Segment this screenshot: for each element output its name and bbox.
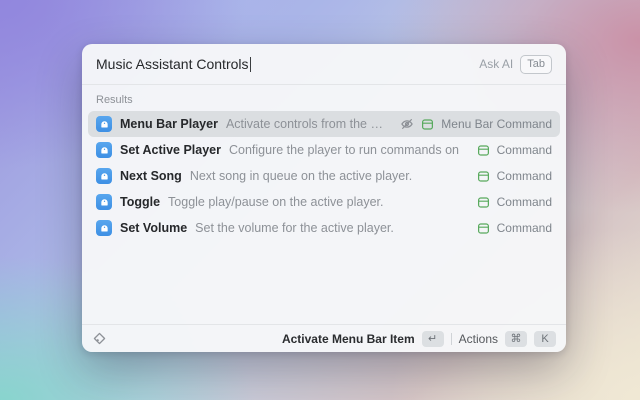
item-subtitle: Toggle play/pause on the active player. [168, 195, 383, 209]
music-assistant-app-icon [96, 220, 112, 236]
return-key-badge: ↵ [422, 331, 444, 347]
list-item-set-active-player[interactable]: Set Active Player Configure the player t… [88, 137, 560, 163]
menubar-window-icon [477, 144, 490, 157]
text-caret [250, 57, 251, 72]
item-subtitle: Set the volume for the active player. [195, 221, 394, 235]
raycast-logo [92, 331, 107, 346]
menubar-window-icon [477, 222, 490, 235]
footer-bar: Activate Menu Bar Item ↵ Actions ⌘ K [82, 324, 566, 352]
item-title: Menu Bar Player [120, 117, 218, 131]
music-assistant-app-icon [96, 194, 112, 210]
item-subtitle: Activate controls from the menubar [226, 117, 392, 131]
item-subtitle: Configure the player to run commands on [229, 143, 459, 157]
search-bar[interactable]: Music Assistant Controls Ask AI Tab [82, 44, 566, 85]
item-title: Set Volume [120, 221, 187, 235]
tab-key-badge: Tab [520, 55, 552, 74]
list-item-set-volume[interactable]: Set Volume Set the volume for the active… [88, 215, 560, 241]
music-assistant-app-icon [96, 116, 112, 132]
item-type-label: Command [497, 221, 552, 235]
item-title: Toggle [120, 195, 160, 209]
cmd-key-badge: ⌘ [505, 331, 527, 347]
launcher-window: Music Assistant Controls Ask AI Tab Resu… [82, 44, 566, 352]
ask-ai-label[interactable]: Ask AI [479, 57, 513, 71]
item-subtitle: Next song in queue on the active player. [190, 169, 412, 183]
actions-menu-button[interactable]: Actions [459, 332, 498, 346]
item-type-label: Command [497, 195, 552, 209]
eye-slash-icon [400, 117, 414, 131]
item-type-label: Command [497, 169, 552, 183]
item-title: Next Song [120, 169, 182, 183]
list-item-menu-bar-player[interactable]: Menu Bar Player Activate controls from t… [88, 111, 560, 137]
search-input[interactable]: Music Assistant Controls [96, 56, 249, 72]
item-type-label: Menu Bar Command [441, 117, 552, 131]
results-list: Menu Bar Player Activate controls from t… [82, 111, 566, 324]
music-assistant-app-icon [96, 142, 112, 158]
menubar-window-icon [477, 196, 490, 209]
primary-action-label[interactable]: Activate Menu Bar Item [282, 332, 415, 346]
music-assistant-app-icon [96, 168, 112, 184]
footer-divider [451, 333, 452, 345]
item-title: Set Active Player [120, 143, 221, 157]
menubar-window-icon [477, 170, 490, 183]
results-section-label: Results [82, 85, 566, 111]
list-item-toggle[interactable]: Toggle Toggle play/pause on the active p… [88, 189, 560, 215]
item-type-label: Command [497, 143, 552, 157]
menubar-window-icon [421, 118, 434, 131]
k-key-badge: K [534, 331, 556, 347]
list-item-next-song[interactable]: Next Song Next song in queue on the acti… [88, 163, 560, 189]
